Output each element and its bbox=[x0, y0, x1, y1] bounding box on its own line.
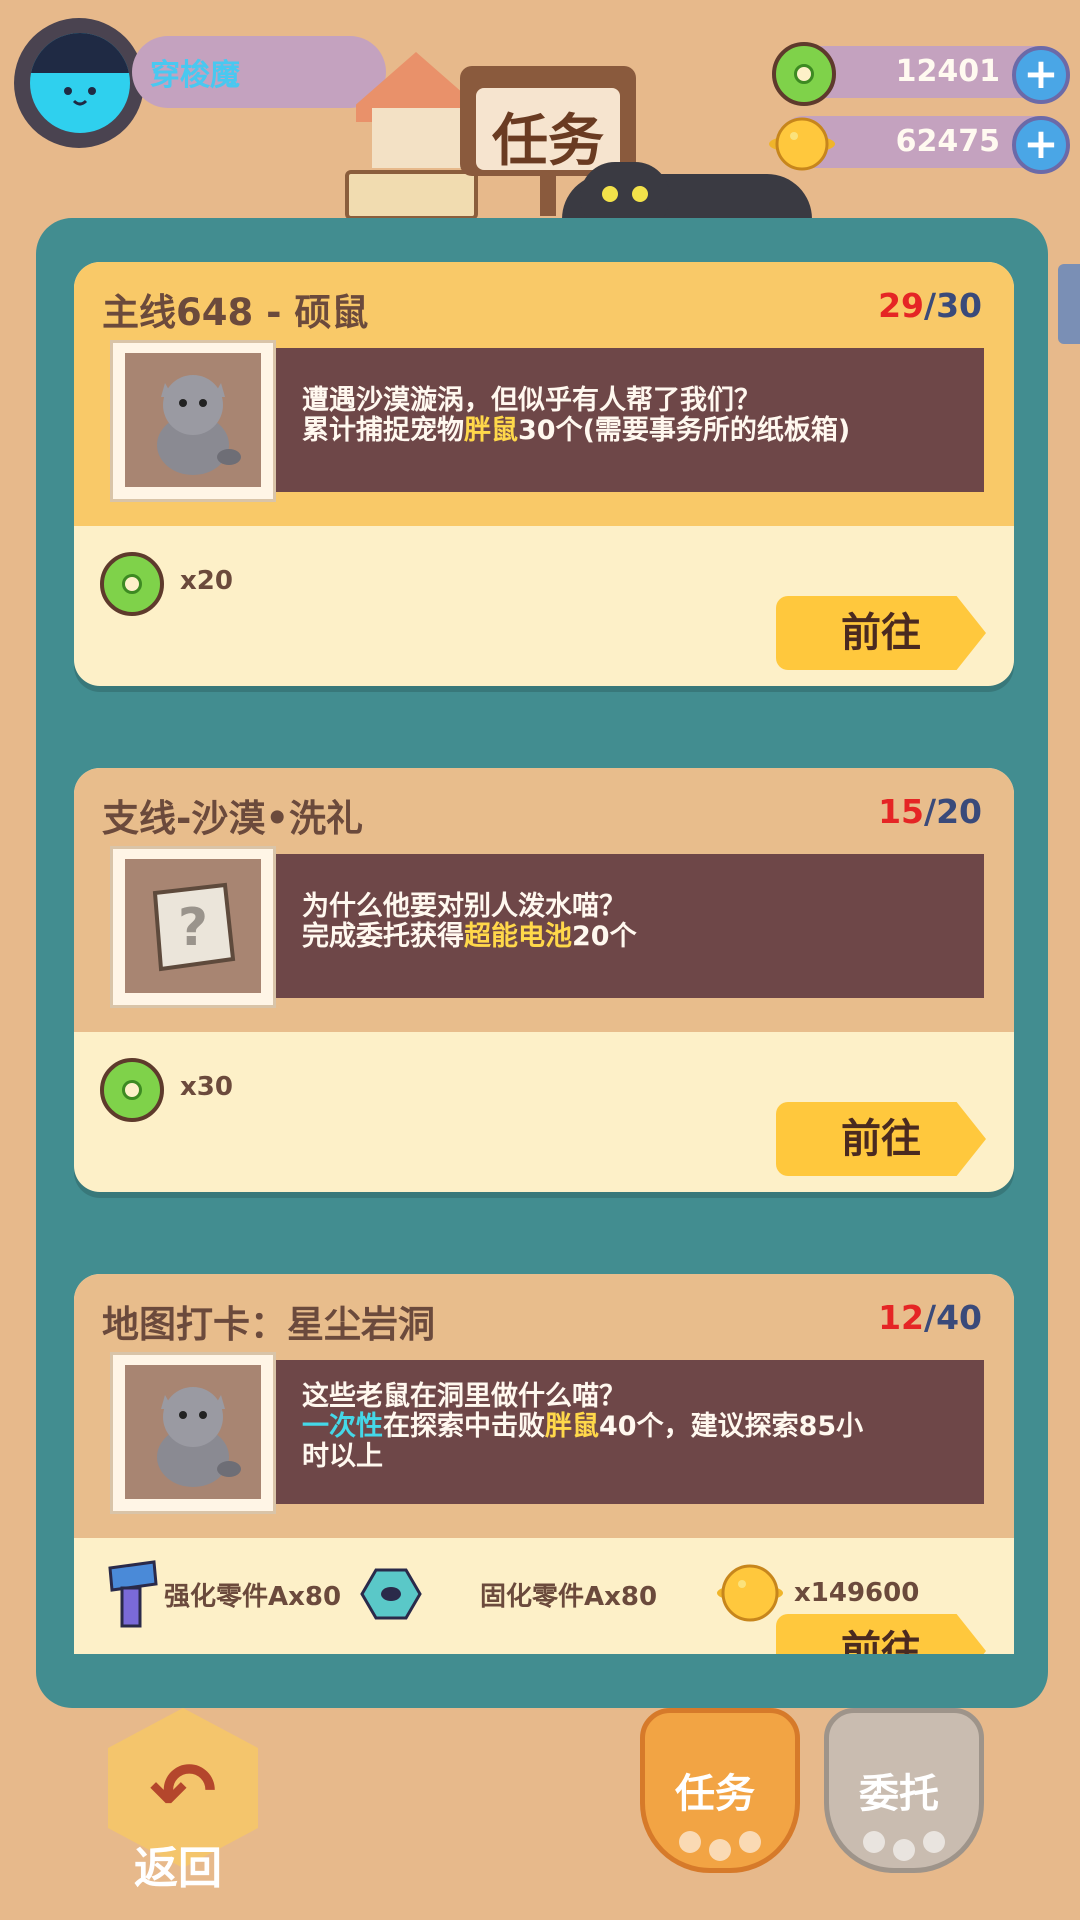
sign-pole bbox=[540, 176, 556, 216]
reward-label: 固化零件Ax80 bbox=[480, 1582, 658, 1612]
task-image-frame bbox=[110, 340, 276, 502]
description-text: 这些老鼠在洞里做什么喵？ bbox=[302, 1381, 626, 1412]
unknown-note-icon: ? bbox=[125, 859, 261, 993]
task-description-box: 遭遇沙漠漩涡，但似乎有人帮了我们？ 累计捕捉宠物胖鼠30个(需要事务所的纸板箱) bbox=[272, 348, 984, 492]
description-line: 一次性在探索中击败胖鼠40个，建议探索85小 bbox=[302, 1412, 863, 1442]
reward-quantity: x30 bbox=[180, 1072, 233, 1102]
paw-toe-icon bbox=[863, 1831, 885, 1853]
cat-eye bbox=[602, 186, 618, 202]
screw-part-icon bbox=[104, 1560, 160, 1630]
description-text: 30个(需要事务所的纸板箱) bbox=[518, 415, 851, 446]
paw-toe-icon bbox=[709, 1839, 731, 1861]
tab-task[interactable]: 任务 bbox=[640, 1708, 800, 1873]
tab-entrust[interactable]: 委托 bbox=[824, 1708, 984, 1873]
description-text: 胖鼠 bbox=[464, 415, 518, 446]
task-card: 支线-沙漠•洗礼 15/20 为什么他要对别人泼水喵？ 完成委托获得超能电池20个… bbox=[74, 768, 1014, 1192]
description-text: 超能电池 bbox=[464, 921, 572, 952]
go-button[interactable]: 前往 bbox=[776, 1614, 986, 1654]
tab-entrust-label: 委托 bbox=[859, 1771, 939, 1817]
description-text: 一次性 bbox=[302, 1411, 383, 1442]
gear-coin-value: 12401 bbox=[895, 54, 1000, 89]
description-line: 遭遇沙漠漩涡，但似乎有人帮了我们？ bbox=[302, 386, 850, 416]
add-gold-coin-button[interactable]: + bbox=[1012, 116, 1070, 174]
task-list[interactable]: 主线648 - 硕鼠 29/30 遭遇沙漠漩涡，但似乎有人帮了我们？ 累计捕捉宠物… bbox=[60, 258, 1020, 1654]
reward-quantity: x149600 bbox=[794, 1578, 920, 1608]
paw-toe-icon bbox=[923, 1831, 945, 1853]
reward-label: 强化零件Ax80 bbox=[164, 1582, 342, 1612]
description-text: 40个，建议探索85小 bbox=[599, 1411, 864, 1442]
house-body-decoration bbox=[372, 108, 462, 168]
side-tab[interactable] bbox=[1058, 264, 1080, 344]
description-text: 遭遇沙漠漩涡，但似乎有人帮了我们？ bbox=[302, 385, 761, 416]
svg-text:?: ? bbox=[178, 898, 208, 958]
task-description-box: 这些老鼠在洞里做什么喵？ 一次性在探索中击败胖鼠40个，建议探索85小 时以上 bbox=[272, 1360, 984, 1504]
task-title: 地图打卡：星尘岩洞 bbox=[102, 1303, 435, 1346]
fat-mouse-icon bbox=[125, 1365, 261, 1499]
task-title: 支线-沙漠•洗礼 bbox=[102, 797, 364, 840]
cat-face-icon bbox=[30, 33, 130, 106]
avatar[interactable] bbox=[30, 33, 130, 133]
task-progress: 12/40 bbox=[878, 1298, 982, 1337]
nut-part-icon bbox=[360, 1568, 422, 1620]
progress-current: 29 bbox=[878, 286, 925, 325]
task-card: 主线648 - 硕鼠 29/30 遭遇沙漠漩涡，但似乎有人帮了我们？ 累计捕捉宠物… bbox=[74, 262, 1014, 686]
gear-coin-icon bbox=[100, 552, 164, 616]
book-decoration bbox=[345, 170, 478, 220]
reward-quantity: x20 bbox=[180, 566, 233, 596]
task-image-frame: ? bbox=[110, 846, 276, 1008]
description-line: 为什么他要对别人泼水喵？ bbox=[302, 892, 637, 922]
fat-mouse-icon bbox=[125, 353, 261, 487]
back-label: 返回 bbox=[134, 1843, 222, 1894]
task-description-box: 为什么他要对别人泼水喵？ 完成委托获得超能电池20个 bbox=[272, 854, 984, 998]
progress-total: /30 bbox=[924, 286, 982, 325]
go-button[interactable]: 前往 bbox=[776, 1102, 986, 1176]
paw-toe-icon bbox=[739, 1831, 761, 1853]
description-text: 累计捕捉宠物 bbox=[302, 415, 464, 446]
progress-current: 15 bbox=[878, 792, 925, 831]
cat-eye bbox=[632, 186, 648, 202]
task-description: 为什么他要对别人泼水喵？ 完成委托获得超能电池20个 bbox=[302, 892, 637, 952]
paw-toe-icon bbox=[893, 1839, 915, 1861]
task-image-frame bbox=[110, 1352, 276, 1514]
tab-task-label: 任务 bbox=[675, 1771, 755, 1817]
task-description: 这些老鼠在洞里做什么喵？ 一次性在探索中击败胖鼠40个，建议探索85小 时以上 bbox=[302, 1382, 863, 1472]
paw-toe-icon bbox=[679, 1831, 701, 1853]
description-text: 时以上 bbox=[302, 1441, 383, 1472]
go-button[interactable]: 前往 bbox=[776, 596, 986, 670]
gold-planet-coin-icon bbox=[716, 1562, 784, 1624]
task-description: 遭遇沙漠漩涡，但似乎有人帮了我们？ 累计捕捉宠物胖鼠30个(需要事务所的纸板箱) bbox=[302, 386, 850, 446]
task-title: 主线648 - 硕鼠 bbox=[102, 291, 369, 334]
player-name: 穿梭魔 bbox=[150, 58, 240, 93]
description-text: 完成委托获得 bbox=[302, 921, 464, 952]
description-text: 胖鼠 bbox=[545, 1411, 599, 1442]
progress-current: 12 bbox=[878, 1298, 925, 1337]
task-card: 地图打卡：星尘岩洞 12/40 这些老鼠在洞里做什么喵？ 一次性在探索中击败胖鼠4… bbox=[74, 1274, 1014, 1654]
description-line: 完成委托获得超能电池20个 bbox=[302, 922, 637, 952]
description-line: 累计捕捉宠物胖鼠30个(需要事务所的纸板箱) bbox=[302, 416, 850, 446]
description-line: 这些老鼠在洞里做什么喵？ bbox=[302, 1382, 863, 1412]
return-arrow-icon: ↶ bbox=[149, 1745, 217, 1838]
gear-coin-icon bbox=[100, 1058, 164, 1122]
progress-total: /40 bbox=[924, 1298, 982, 1337]
description-text: 20个 bbox=[572, 921, 637, 952]
task-progress: 15/20 bbox=[878, 792, 982, 831]
description-text: 在探索中击败 bbox=[383, 1411, 545, 1442]
gold-coin-value: 62475 bbox=[895, 124, 1000, 159]
add-gear-coin-button[interactable]: + bbox=[1012, 46, 1070, 104]
progress-total: /20 bbox=[924, 792, 982, 831]
description-text: 为什么他要对别人泼水喵？ bbox=[302, 891, 626, 922]
description-line: 时以上 bbox=[302, 1442, 863, 1472]
task-progress: 29/30 bbox=[878, 286, 982, 325]
